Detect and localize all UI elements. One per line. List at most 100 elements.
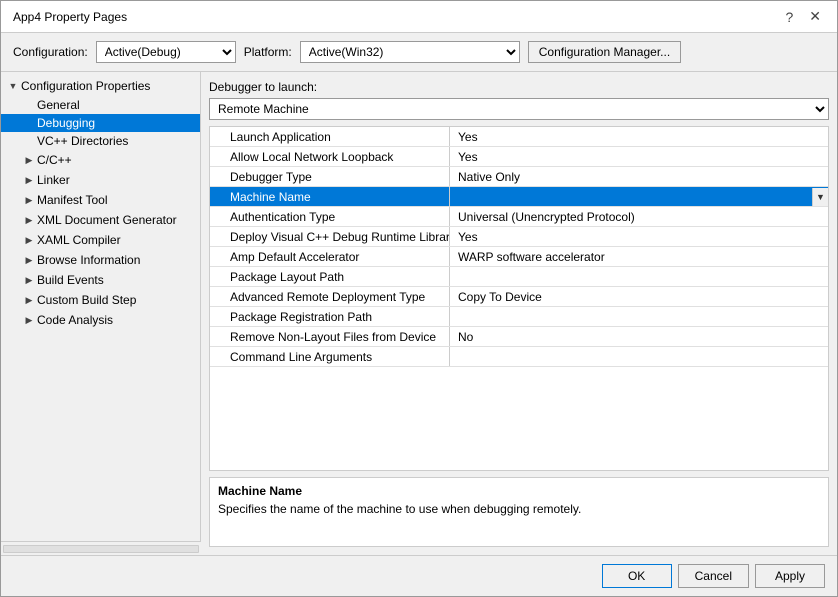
tree-toggle-linker[interactable]: ▶: [21, 172, 37, 188]
sidebar-label-debugging: Debugging: [37, 116, 95, 130]
prop-row[interactable]: Machine Name ▼: [210, 187, 828, 207]
sidebar: ▼Configuration Properties General Debuggin…: [1, 72, 201, 555]
prop-value: No: [450, 328, 828, 346]
title-bar: App4 Property Pages ? ✕: [1, 1, 837, 33]
prop-value: [450, 195, 812, 199]
prop-name: Machine Name: [210, 187, 450, 206]
tree-toggle-manifest-tool[interactable]: ▶: [21, 192, 37, 208]
configuration-select[interactable]: Active(Debug): [96, 41, 236, 63]
prop-value: Yes: [450, 228, 828, 246]
sidebar-label-linker: Linker: [37, 173, 70, 187]
sidebar-item-config-props[interactable]: ▼Configuration Properties: [1, 76, 200, 96]
prop-value: [450, 355, 828, 359]
dialog-window: App4 Property Pages ? ✕ Configuration: A…: [0, 0, 838, 597]
tree-toggle-browse-info[interactable]: ▶: [21, 252, 37, 268]
prop-name: Command Line Arguments: [210, 347, 450, 366]
sidebar-label-xaml-compiler: XAML Compiler: [37, 233, 121, 247]
tree-toggle-xml-doc[interactable]: ▶: [21, 212, 37, 228]
sidebar-item-debugging[interactable]: Debugging: [1, 114, 200, 132]
prop-value: [450, 275, 828, 279]
title-bar-right: ? ✕: [781, 6, 825, 27]
prop-dropdown-btn[interactable]: ▼: [812, 188, 828, 206]
sidebar-label-config-props: Configuration Properties: [21, 79, 150, 93]
sidebar-item-browse-info[interactable]: ▶Browse Information: [1, 250, 200, 270]
prop-name: Amp Default Accelerator: [210, 247, 450, 266]
prop-row[interactable]: Remove Non-Layout Files from DeviceNo: [210, 327, 828, 347]
prop-row[interactable]: Allow Local Network LoopbackYes: [210, 147, 828, 167]
sidebar-label-general: General: [37, 98, 80, 112]
prop-value: Native Only: [450, 168, 828, 186]
prop-name: Deploy Visual C++ Debug Runtime Librarie…: [210, 227, 450, 246]
debugger-select[interactable]: Remote Machine: [209, 98, 829, 120]
sidebar-item-general[interactable]: General: [1, 96, 200, 114]
prop-row[interactable]: Authentication TypeUniversal (Unencrypte…: [210, 207, 828, 227]
info-title: Machine Name: [218, 484, 820, 498]
prop-row[interactable]: Command Line Arguments: [210, 347, 828, 367]
prop-row[interactable]: Package Layout Path: [210, 267, 828, 287]
tree-toggle-config-props[interactable]: ▼: [5, 78, 21, 94]
prop-row[interactable]: Launch ApplicationYes: [210, 127, 828, 147]
sidebar-label-browse-info: Browse Information: [37, 253, 140, 267]
tree-toggle-custom-build[interactable]: ▶: [21, 292, 37, 308]
help-button[interactable]: ?: [781, 6, 797, 27]
tree-toggle-c-cpp[interactable]: ▶: [21, 152, 37, 168]
content-area: ▼Configuration PropertiesGeneralDebuggin…: [1, 72, 837, 555]
prop-name: Launch Application: [210, 127, 450, 146]
sidebar-item-linker[interactable]: ▶Linker: [1, 170, 200, 190]
sidebar-label-c-cpp: C/C++: [37, 153, 72, 167]
main-panel: Debugger to launch: Remote Machine Launc…: [201, 72, 837, 555]
sidebar-label-xml-doc: XML Document Generator: [37, 213, 177, 227]
prop-value: WARP software accelerator: [450, 248, 828, 266]
ok-button[interactable]: OK: [602, 564, 672, 588]
property-grid: Launch ApplicationYesAllow Local Network…: [209, 126, 829, 471]
toolbar: Configuration: Active(Debug) Platform: A…: [1, 33, 837, 72]
sidebar-label-code-analysis: Code Analysis: [37, 313, 113, 327]
title-bar-left: App4 Property Pages: [13, 10, 127, 24]
sidebar-label-vc-dirs: VC++ Directories: [37, 134, 128, 148]
cancel-button[interactable]: Cancel: [678, 564, 749, 588]
prop-name: Debugger Type: [210, 167, 450, 186]
tree-toggle-build-events[interactable]: ▶: [21, 272, 37, 288]
prop-value: Yes: [450, 148, 828, 166]
prop-row[interactable]: Deploy Visual C++ Debug Runtime Librarie…: [210, 227, 828, 247]
dialog-title: App4 Property Pages: [13, 10, 127, 24]
prop-name: Advanced Remote Deployment Type: [210, 287, 450, 306]
sidebar-item-manifest-tool[interactable]: ▶Manifest Tool: [1, 190, 200, 210]
sidebar-item-vc-dirs[interactable]: VC++ Directories: [1, 132, 200, 150]
sidebar-item-xaml-compiler[interactable]: ▶XAML Compiler: [1, 230, 200, 250]
bottom-bar: OK Cancel Apply: [1, 555, 837, 596]
prop-name: Allow Local Network Loopback: [210, 147, 450, 166]
platform-label: Platform:: [244, 45, 292, 59]
sidebar-item-custom-build[interactable]: ▶Custom Build Step: [1, 290, 200, 310]
apply-button[interactable]: Apply: [755, 564, 825, 588]
sidebar-item-build-events[interactable]: ▶Build Events: [1, 270, 200, 290]
prop-name: Package Layout Path: [210, 267, 450, 286]
close-button[interactable]: ✕: [805, 6, 825, 27]
sidebar-item-xml-doc[interactable]: ▶XML Document Generator: [1, 210, 200, 230]
prop-row[interactable]: Debugger TypeNative Only: [210, 167, 828, 187]
platform-select[interactable]: Active(Win32): [300, 41, 520, 63]
prop-name: Package Registration Path: [210, 307, 450, 326]
prop-value: Copy To Device: [450, 288, 828, 306]
prop-value: Yes: [450, 128, 828, 146]
prop-row[interactable]: Package Registration Path: [210, 307, 828, 327]
prop-name: Remove Non-Layout Files from Device: [210, 327, 450, 346]
sidebar-label-manifest-tool: Manifest Tool: [37, 193, 107, 207]
prop-row[interactable]: Advanced Remote Deployment TypeCopy To D…: [210, 287, 828, 307]
scrollbar-track: [3, 545, 199, 553]
info-description: Specifies the name of the machine to use…: [218, 502, 820, 516]
prop-value: [450, 315, 828, 319]
config-manager-button[interactable]: Configuration Manager...: [528, 41, 681, 63]
debugger-label: Debugger to launch:: [209, 80, 829, 94]
prop-name: Authentication Type: [210, 207, 450, 226]
sidebar-item-c-cpp[interactable]: ▶C/C++: [1, 150, 200, 170]
tree-toggle-code-analysis[interactable]: ▶: [21, 312, 37, 328]
tree-toggle-xaml-compiler[interactable]: ▶: [21, 232, 37, 248]
sidebar-label-custom-build: Custom Build Step: [37, 293, 136, 307]
config-label: Configuration:: [13, 45, 88, 59]
info-panel: Machine Name Specifies the name of the m…: [209, 477, 829, 547]
prop-value: Universal (Unencrypted Protocol): [450, 208, 828, 226]
prop-row[interactable]: Amp Default AcceleratorWARP software acc…: [210, 247, 828, 267]
sidebar-scrollbar[interactable]: [1, 541, 201, 555]
sidebar-item-code-analysis[interactable]: ▶Code Analysis: [1, 310, 200, 330]
